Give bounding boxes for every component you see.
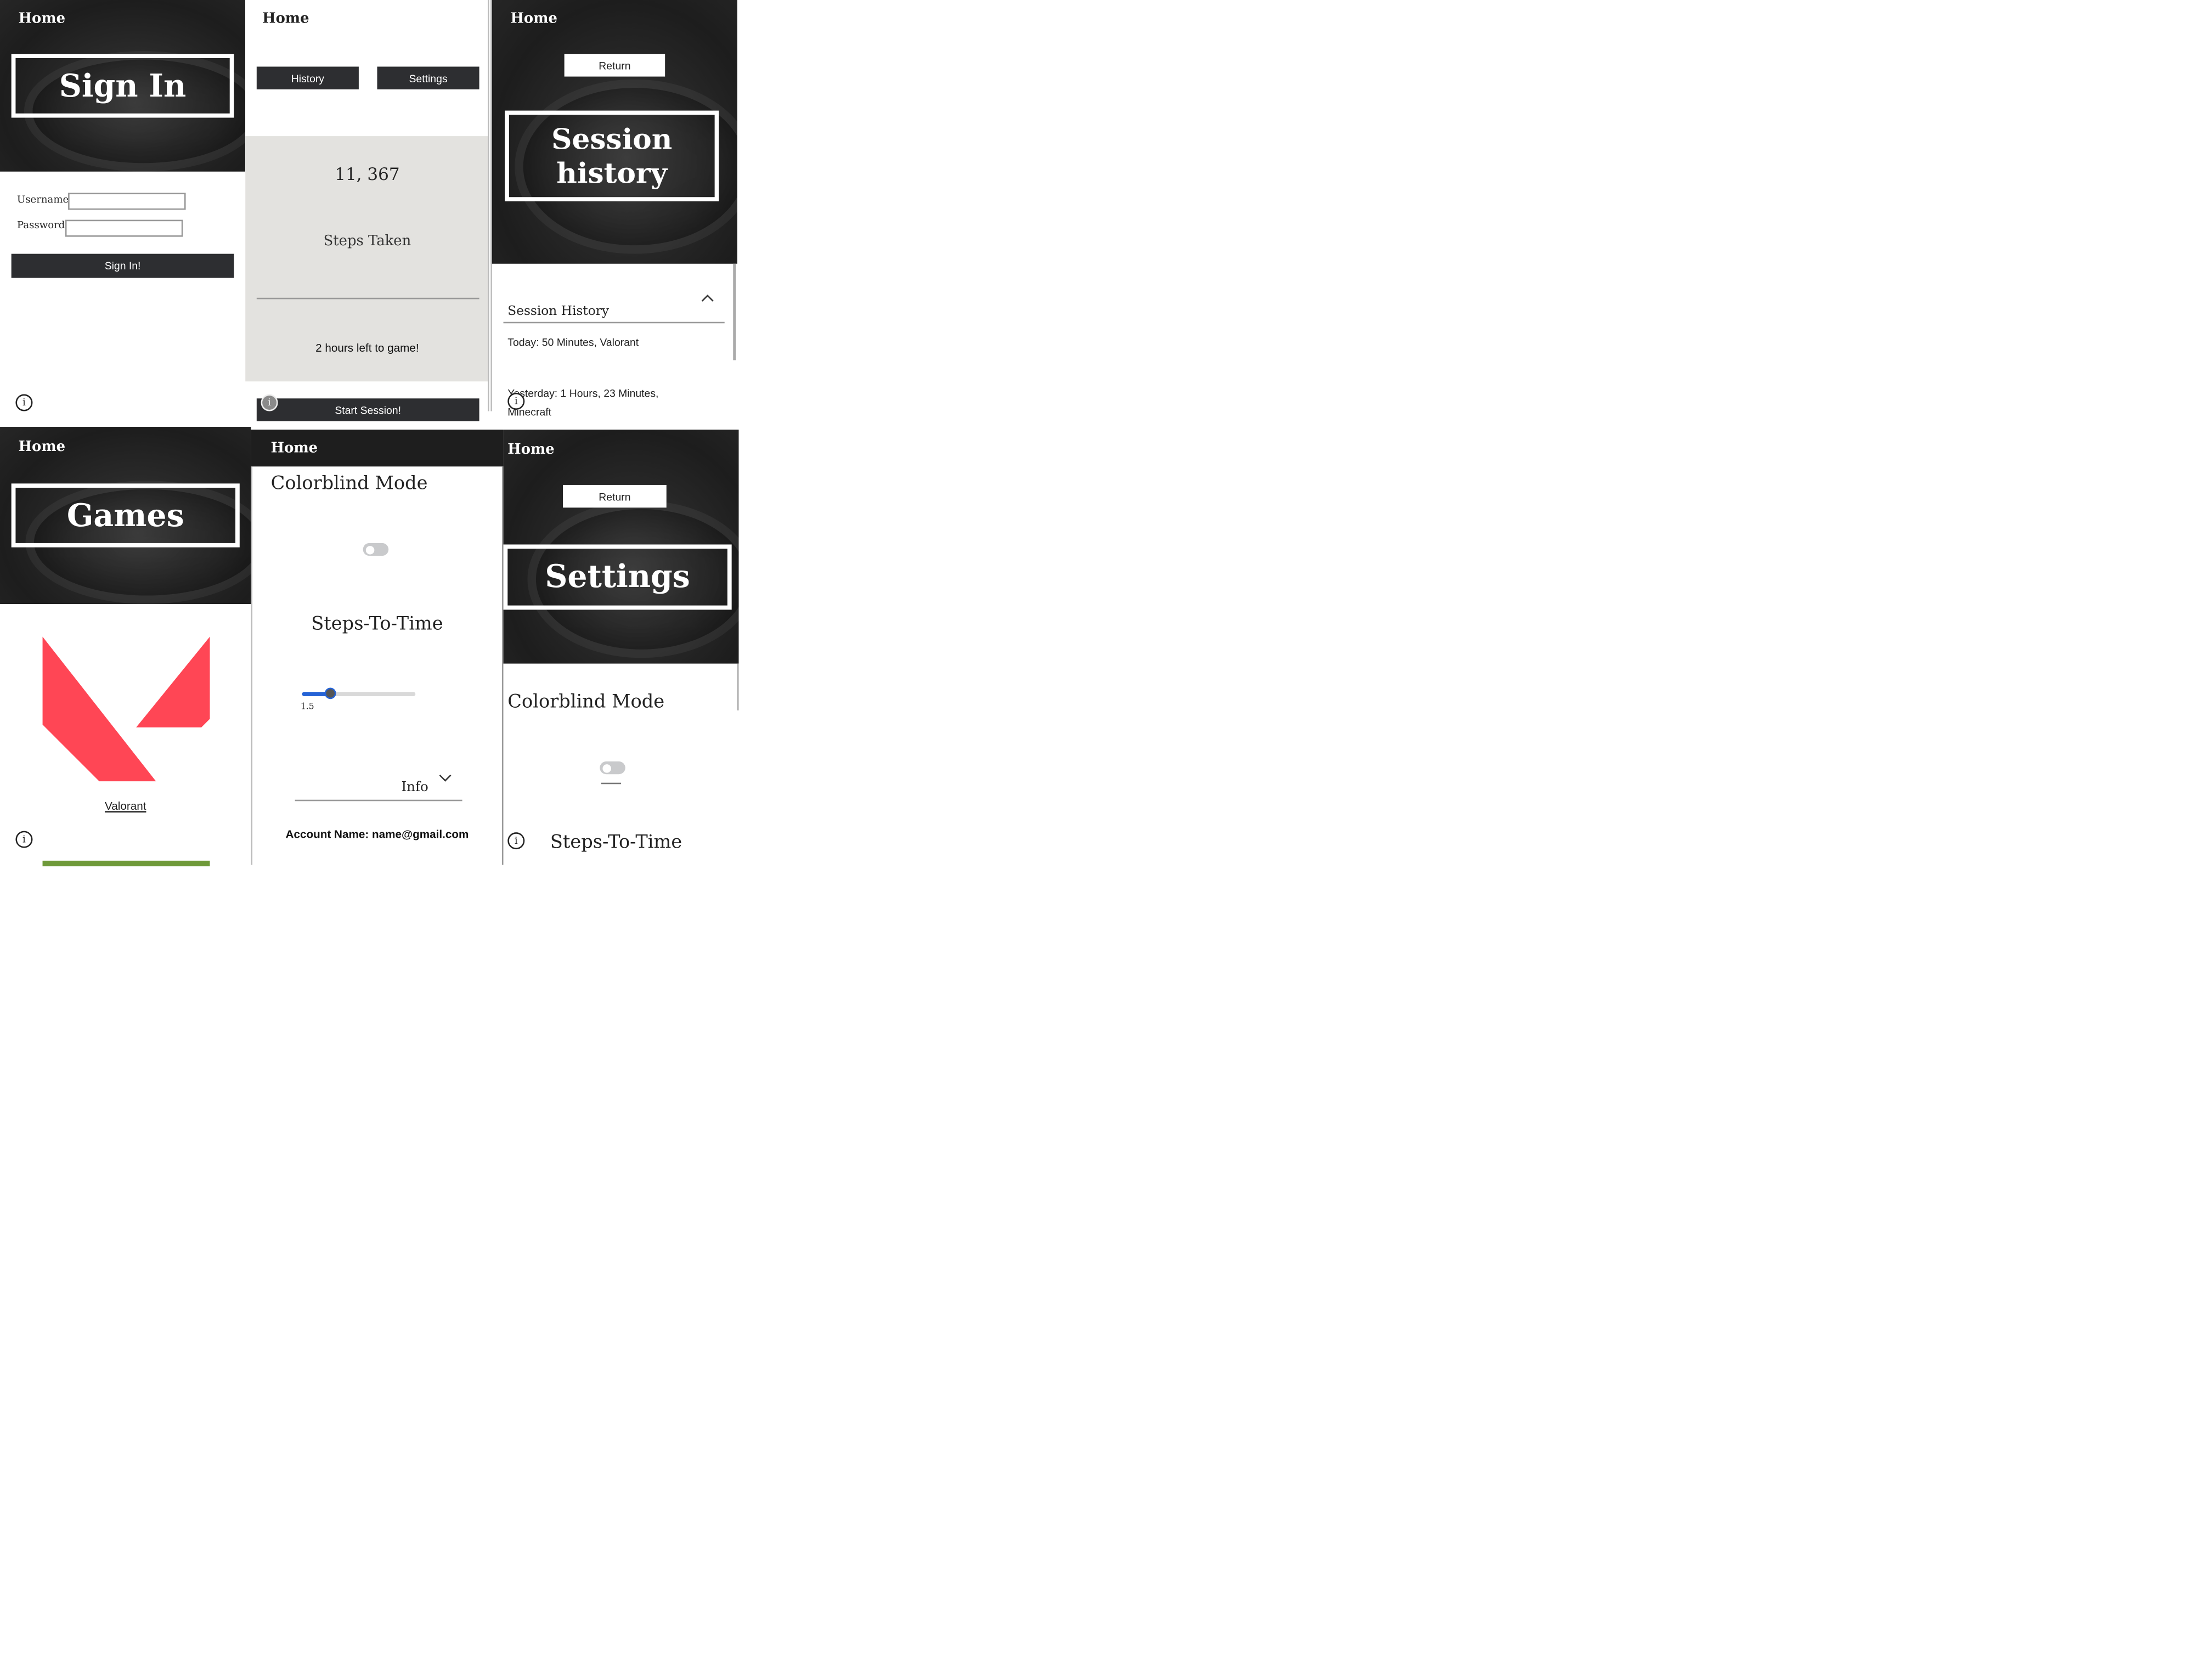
home-link[interactable]: Home [510, 12, 557, 27]
steps-to-time-label: Steps-To-Time [311, 614, 443, 635]
steps-card: 11, 367 Steps Taken 2 hours left to game… [245, 136, 489, 382]
scrollbar[interactable] [490, 0, 492, 411]
history-entry: Today: 50 Minutes, Valorant [507, 336, 639, 349]
time-left-text: 2 hours left to game! [315, 341, 419, 355]
start-session-button[interactable]: Start Session! [256, 398, 479, 421]
page-title: Session history [505, 110, 719, 202]
home-link[interactable]: Home [19, 12, 65, 27]
home-link[interactable]: Home [262, 12, 309, 27]
colorblind-toggle[interactable] [363, 543, 389, 556]
page-title: Games [11, 483, 240, 548]
divider [256, 297, 479, 300]
history-entry: Yesterday: 1 Hours, 23 Minutes, Minecraf… [507, 387, 659, 419]
chevron-down-icon [439, 769, 452, 782]
steps-caption: Steps Taken [323, 234, 411, 250]
settings-button[interactable]: Settings [377, 66, 479, 89]
history-screen: Home Return Session history Session Hist… [490, 0, 737, 426]
slider-thumb[interactable] [324, 687, 336, 699]
home-link[interactable]: Home [19, 439, 65, 455]
settings-screen: Home Return Settings Colorblind Mode i S… [503, 430, 739, 865]
settings-body-screen: Home Colorblind Mode Steps-To-Time 1.5 I… [251, 430, 504, 865]
page-title: Settings [503, 544, 732, 610]
password-label: Password: [17, 219, 69, 232]
info-icon[interactable]: i [15, 831, 33, 848]
chevron-up-icon [701, 294, 714, 307]
steps-to-time-label: Steps-To-Time [550, 832, 682, 854]
password-field[interactable] [65, 219, 183, 237]
return-button[interactable]: Return [563, 484, 667, 508]
info-icon[interactable]: i [507, 832, 525, 850]
valorant-logo-icon[interactable] [42, 636, 210, 784]
info-icon[interactable]: i [15, 394, 33, 411]
home-link[interactable]: Home [271, 441, 318, 456]
toggle-underline [601, 782, 622, 785]
steps-to-time-slider[interactable] [302, 687, 416, 699]
logo-left-shape [42, 636, 156, 782]
games-screen: Home Games Valorant i [0, 426, 251, 867]
colorblind-label: Colorblind Mode [270, 473, 428, 495]
info-icon[interactable]: i [261, 394, 278, 411]
sign-in-button[interactable]: Sign In! [11, 253, 234, 278]
steps-count: 11, 367 [335, 164, 400, 184]
scrollbar[interactable] [737, 663, 739, 710]
next-game-thumbnail[interactable] [42, 860, 210, 867]
accordion-label: Session History [507, 304, 609, 319]
info-toggle[interactable]: Info [401, 769, 458, 795]
account-name: Account Name: name@gmail.com [285, 828, 469, 841]
home-link[interactable]: Home [507, 442, 554, 458]
scrollbar[interactable] [251, 466, 253, 865]
scrollbar[interactable] [488, 0, 489, 411]
signin-screen: Home Sign In Username: Password: Sign In… [0, 0, 246, 426]
info-label: Info [401, 780, 428, 795]
logo-right-shape [136, 636, 210, 727]
history-button[interactable]: History [256, 66, 359, 89]
game-link-valorant[interactable]: Valorant [0, 800, 251, 812]
dashboard-screen: Home History Settings 11, 367 Steps Take… [245, 0, 489, 426]
return-button[interactable]: Return [564, 54, 665, 77]
colorblind-toggle[interactable] [600, 761, 625, 775]
scrollbar[interactable] [733, 263, 736, 360]
info-icon[interactable]: i [507, 392, 525, 410]
session-history-toggle[interactable]: Session History [507, 294, 720, 319]
divider [295, 799, 462, 802]
username-label: Username: [17, 194, 72, 206]
page-title: Sign In [11, 54, 234, 118]
colorblind-label: Colorblind Mode [507, 692, 665, 714]
slider-value: 1.5 [300, 702, 314, 712]
username-field[interactable] [68, 193, 186, 210]
divider [503, 321, 725, 324]
